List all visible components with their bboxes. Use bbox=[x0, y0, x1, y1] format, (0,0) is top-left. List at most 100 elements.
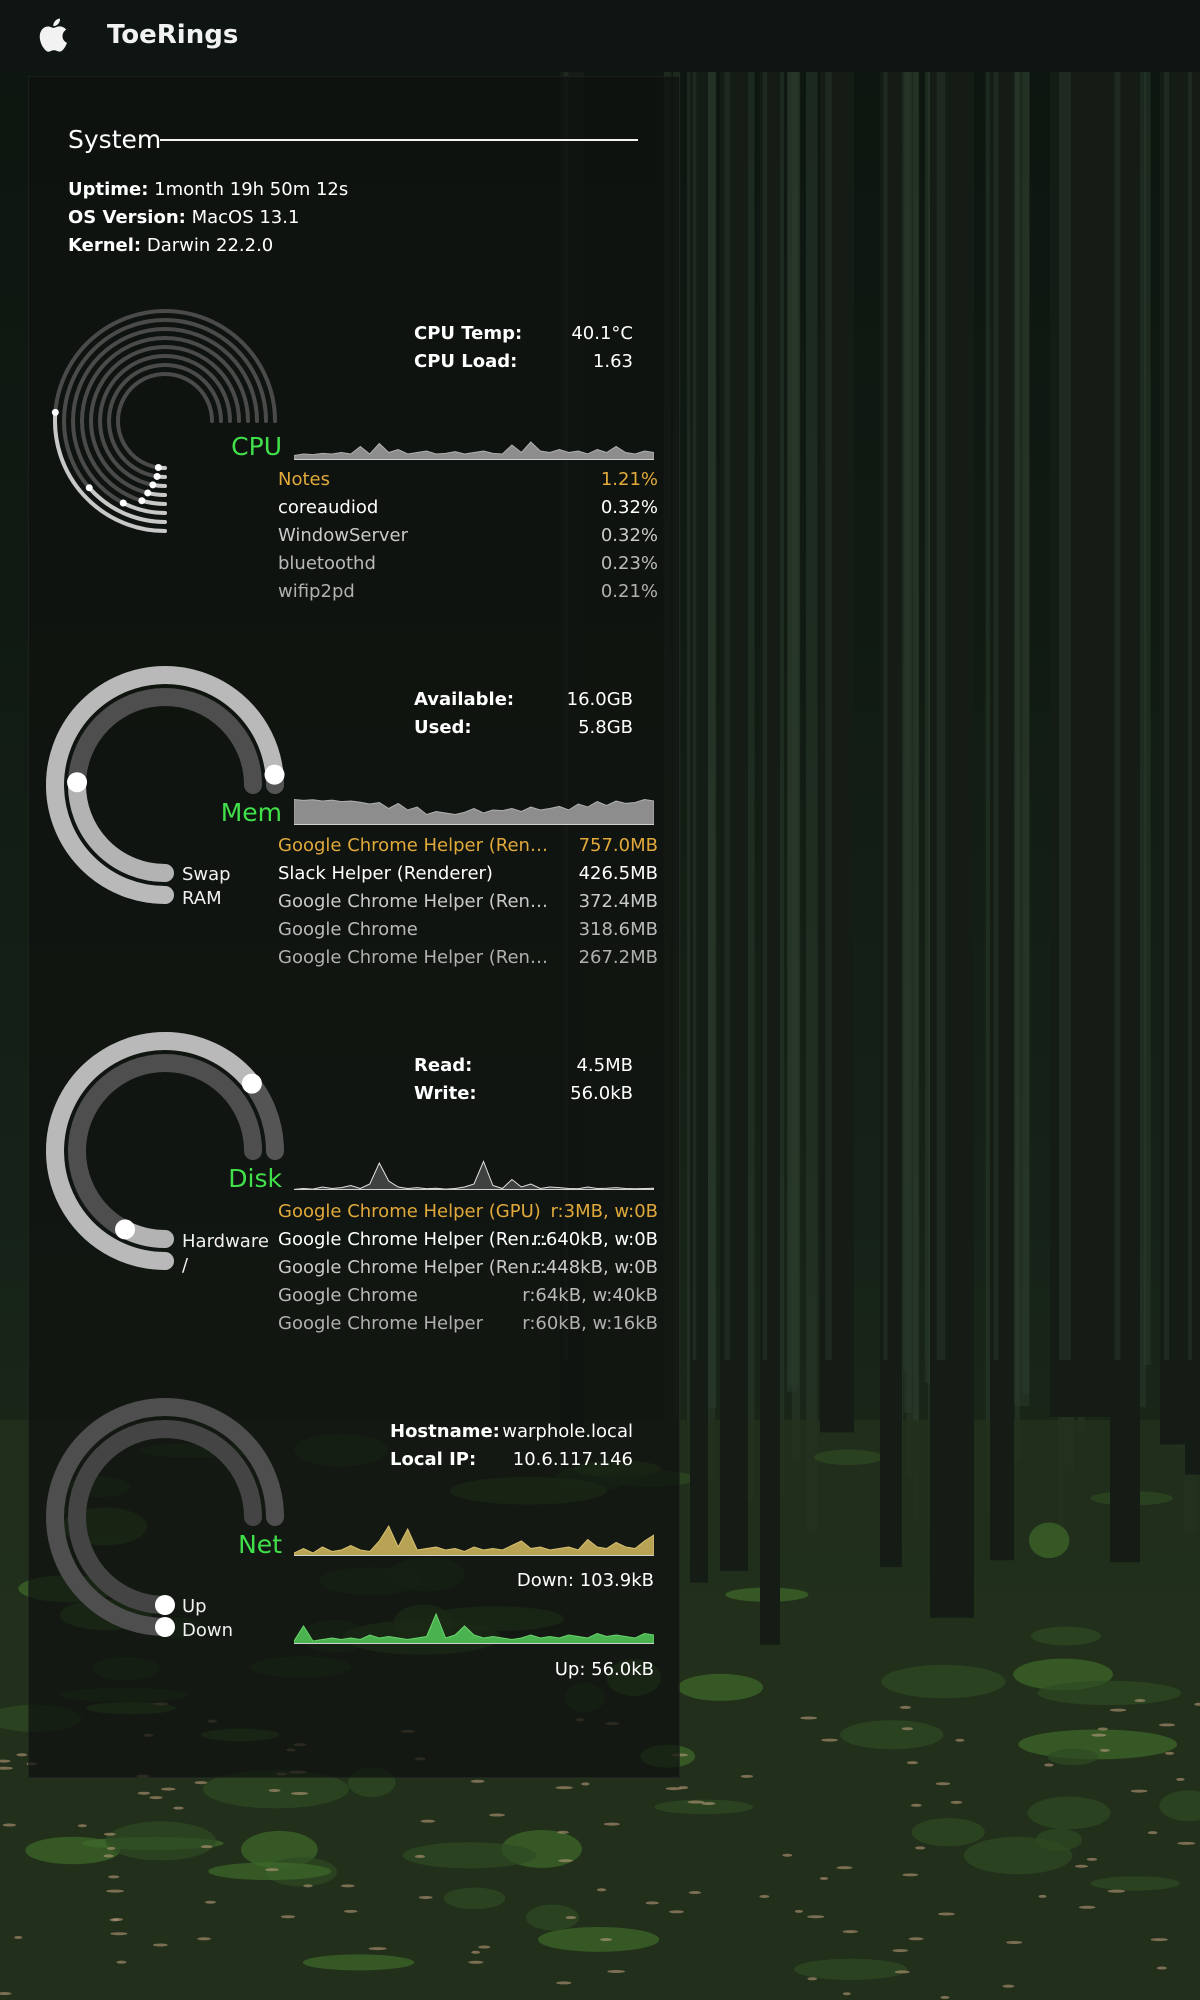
uptime-line: Uptime: 1month 19h 50m 12s bbox=[68, 179, 348, 200]
net-down-label: Down bbox=[182, 1620, 234, 1641]
fallen-needle bbox=[842, 1930, 858, 1934]
fallen-needle bbox=[645, 1901, 659, 1905]
cpu-load-label: CPU Load: bbox=[414, 351, 518, 372]
hardware-ring-knob bbox=[241, 1073, 262, 1094]
fallen-needle bbox=[1107, 1889, 1126, 1893]
fallen-needle bbox=[173, 1806, 184, 1810]
fallen-needle bbox=[910, 1803, 922, 1807]
uptime-label: Uptime: bbox=[68, 179, 149, 200]
fallen-needle bbox=[908, 1937, 924, 1941]
fallen-needle bbox=[842, 1992, 851, 1996]
fallen-needle bbox=[1078, 1905, 1096, 1909]
fallen-needle bbox=[950, 1800, 963, 1804]
fallen-needle bbox=[687, 1800, 705, 1804]
fallen-needle bbox=[1086, 1857, 1098, 1861]
disk-history-graph bbox=[294, 1160, 654, 1190]
cpu-temp-value: 40.1°C bbox=[571, 323, 633, 344]
process-value: 426.5MB bbox=[578, 863, 658, 884]
disk-read-value: 4.5MB bbox=[576, 1055, 633, 1076]
disk-read-label: Read: bbox=[414, 1055, 473, 1076]
disk-title: Disk bbox=[228, 1164, 282, 1193]
fallen-needle bbox=[200, 1845, 213, 1849]
fallen-needle bbox=[280, 1915, 296, 1919]
process-value: 1.21% bbox=[600, 469, 658, 490]
tree-trunk-highlight bbox=[1163, 60, 1170, 1360]
process-name: Google Chrome Helper (Renderer) bbox=[278, 891, 558, 912]
net-down-total: Down: 103.9kB bbox=[516, 1570, 654, 1591]
fallen-needle bbox=[103, 1854, 114, 1858]
root-volume-label: / bbox=[182, 1255, 189, 1276]
cpu-core-ring-track bbox=[89, 345, 241, 497]
disk-process-row: Google Chrome Helper (Renderer) r:448kB, … bbox=[278, 1257, 658, 1285]
moss-patch bbox=[208, 1862, 332, 1881]
fallen-needle bbox=[555, 1786, 573, 1790]
tree-trunk-highlight bbox=[993, 60, 999, 1360]
fallen-needle bbox=[1177, 1841, 1196, 1845]
fallen-needle bbox=[418, 1895, 433, 1899]
mem-process-row: Slack Helper (Renderer) 426.5MB bbox=[278, 863, 658, 891]
disk-process-row: Google Chrome Helper (GPU) r:3MB, w:0B bbox=[278, 1201, 658, 1229]
cpu-process-row: WindowServer 0.32% bbox=[278, 525, 658, 553]
fallen-needle bbox=[821, 1738, 838, 1742]
fallen-needle bbox=[414, 1854, 426, 1858]
menu-bar: ToeRings bbox=[0, 0, 1200, 72]
mem-available-value: 16.0GB bbox=[566, 689, 633, 710]
process-value: 0.32% bbox=[600, 497, 658, 518]
distant-tree-trunk bbox=[787, 60, 800, 1387]
tree-trunk-highlight bbox=[1059, 60, 1071, 1360]
net-up-total: Up: 56.0kB bbox=[554, 1659, 654, 1680]
fallen-needle bbox=[470, 1779, 485, 1783]
fallen-needle bbox=[596, 1888, 607, 1892]
tree-trunk bbox=[1185, 60, 1200, 1475]
fallen-needle bbox=[1147, 1831, 1158, 1835]
distant-tree-trunk bbox=[913, 60, 919, 1519]
distant-tree-trunk bbox=[805, 60, 818, 1532]
cpu-core-ring-knob bbox=[153, 472, 161, 480]
process-name: Google Chrome bbox=[278, 919, 418, 940]
fallen-needle bbox=[1091, 1733, 1107, 1737]
tree-trunk-highlight bbox=[825, 60, 832, 1360]
cpu-process-row: coreaudiod 0.32% bbox=[278, 497, 658, 525]
cpu-core-ring-knob bbox=[149, 481, 157, 489]
moss-patch bbox=[1031, 1626, 1101, 1646]
mem-process-row: Google Chrome Helper (Renderer) 372.4MB bbox=[278, 891, 658, 919]
cpu-temp-label: CPU Temp: bbox=[414, 323, 523, 344]
app-title[interactable]: ToeRings bbox=[107, 20, 238, 50]
fallen-needle bbox=[112, 1917, 123, 1921]
process-name: Slack Helper (Renderer) bbox=[278, 863, 493, 884]
process-name: Google Chrome Helper (Renderer) bbox=[278, 1257, 558, 1278]
process-value: r:60kB, w:16kB bbox=[522, 1313, 658, 1334]
fallen-needle bbox=[565, 1916, 577, 1920]
mem-history-graph bbox=[294, 798, 654, 825]
fallen-needle bbox=[940, 1995, 950, 1999]
net-up-graph bbox=[294, 1612, 654, 1644]
cpu-core-ring-knob bbox=[51, 408, 59, 416]
fallen-needle bbox=[471, 1950, 481, 1954]
fallen-needle bbox=[1099, 1748, 1110, 1752]
cpu-process-row: wifip2pd 0.21% bbox=[278, 581, 658, 609]
cpu-core-ring-knob bbox=[144, 489, 152, 497]
system-heading: System bbox=[68, 125, 162, 154]
process-name: WindowServer bbox=[278, 525, 408, 546]
process-value: 318.6MB bbox=[578, 919, 658, 940]
fallen-needle bbox=[807, 1915, 825, 1919]
net-up-graph-area bbox=[294, 1612, 654, 1644]
cpu-title: CPU bbox=[231, 432, 282, 461]
process-name: Google Chrome Helper (Renderer) bbox=[278, 835, 558, 856]
disk-write-label: Write: bbox=[414, 1083, 477, 1104]
moss-patch bbox=[105, 1821, 217, 1861]
mem-process-row: Google Chrome Helper (Renderer) 757.0MB bbox=[278, 835, 658, 863]
fallen-needle bbox=[759, 1894, 770, 1898]
cpu-process-row: bluetoothd 0.23% bbox=[278, 553, 658, 581]
apple-logo-icon[interactable] bbox=[36, 16, 68, 54]
fallen-needle bbox=[161, 1787, 176, 1791]
process-name: Google Chrome bbox=[278, 1285, 418, 1306]
fallen-needle bbox=[1164, 1751, 1175, 1755]
fallen-needle bbox=[1134, 1699, 1146, 1703]
process-value: 0.32% bbox=[600, 525, 658, 546]
cpu-process-row: Notes 1.21% bbox=[278, 469, 658, 497]
mem-used-label: Used: bbox=[414, 717, 472, 738]
fallen-needle bbox=[558, 1859, 574, 1863]
tree-trunk-highlight bbox=[724, 60, 730, 1360]
tree-trunk-highlight bbox=[883, 60, 888, 1360]
